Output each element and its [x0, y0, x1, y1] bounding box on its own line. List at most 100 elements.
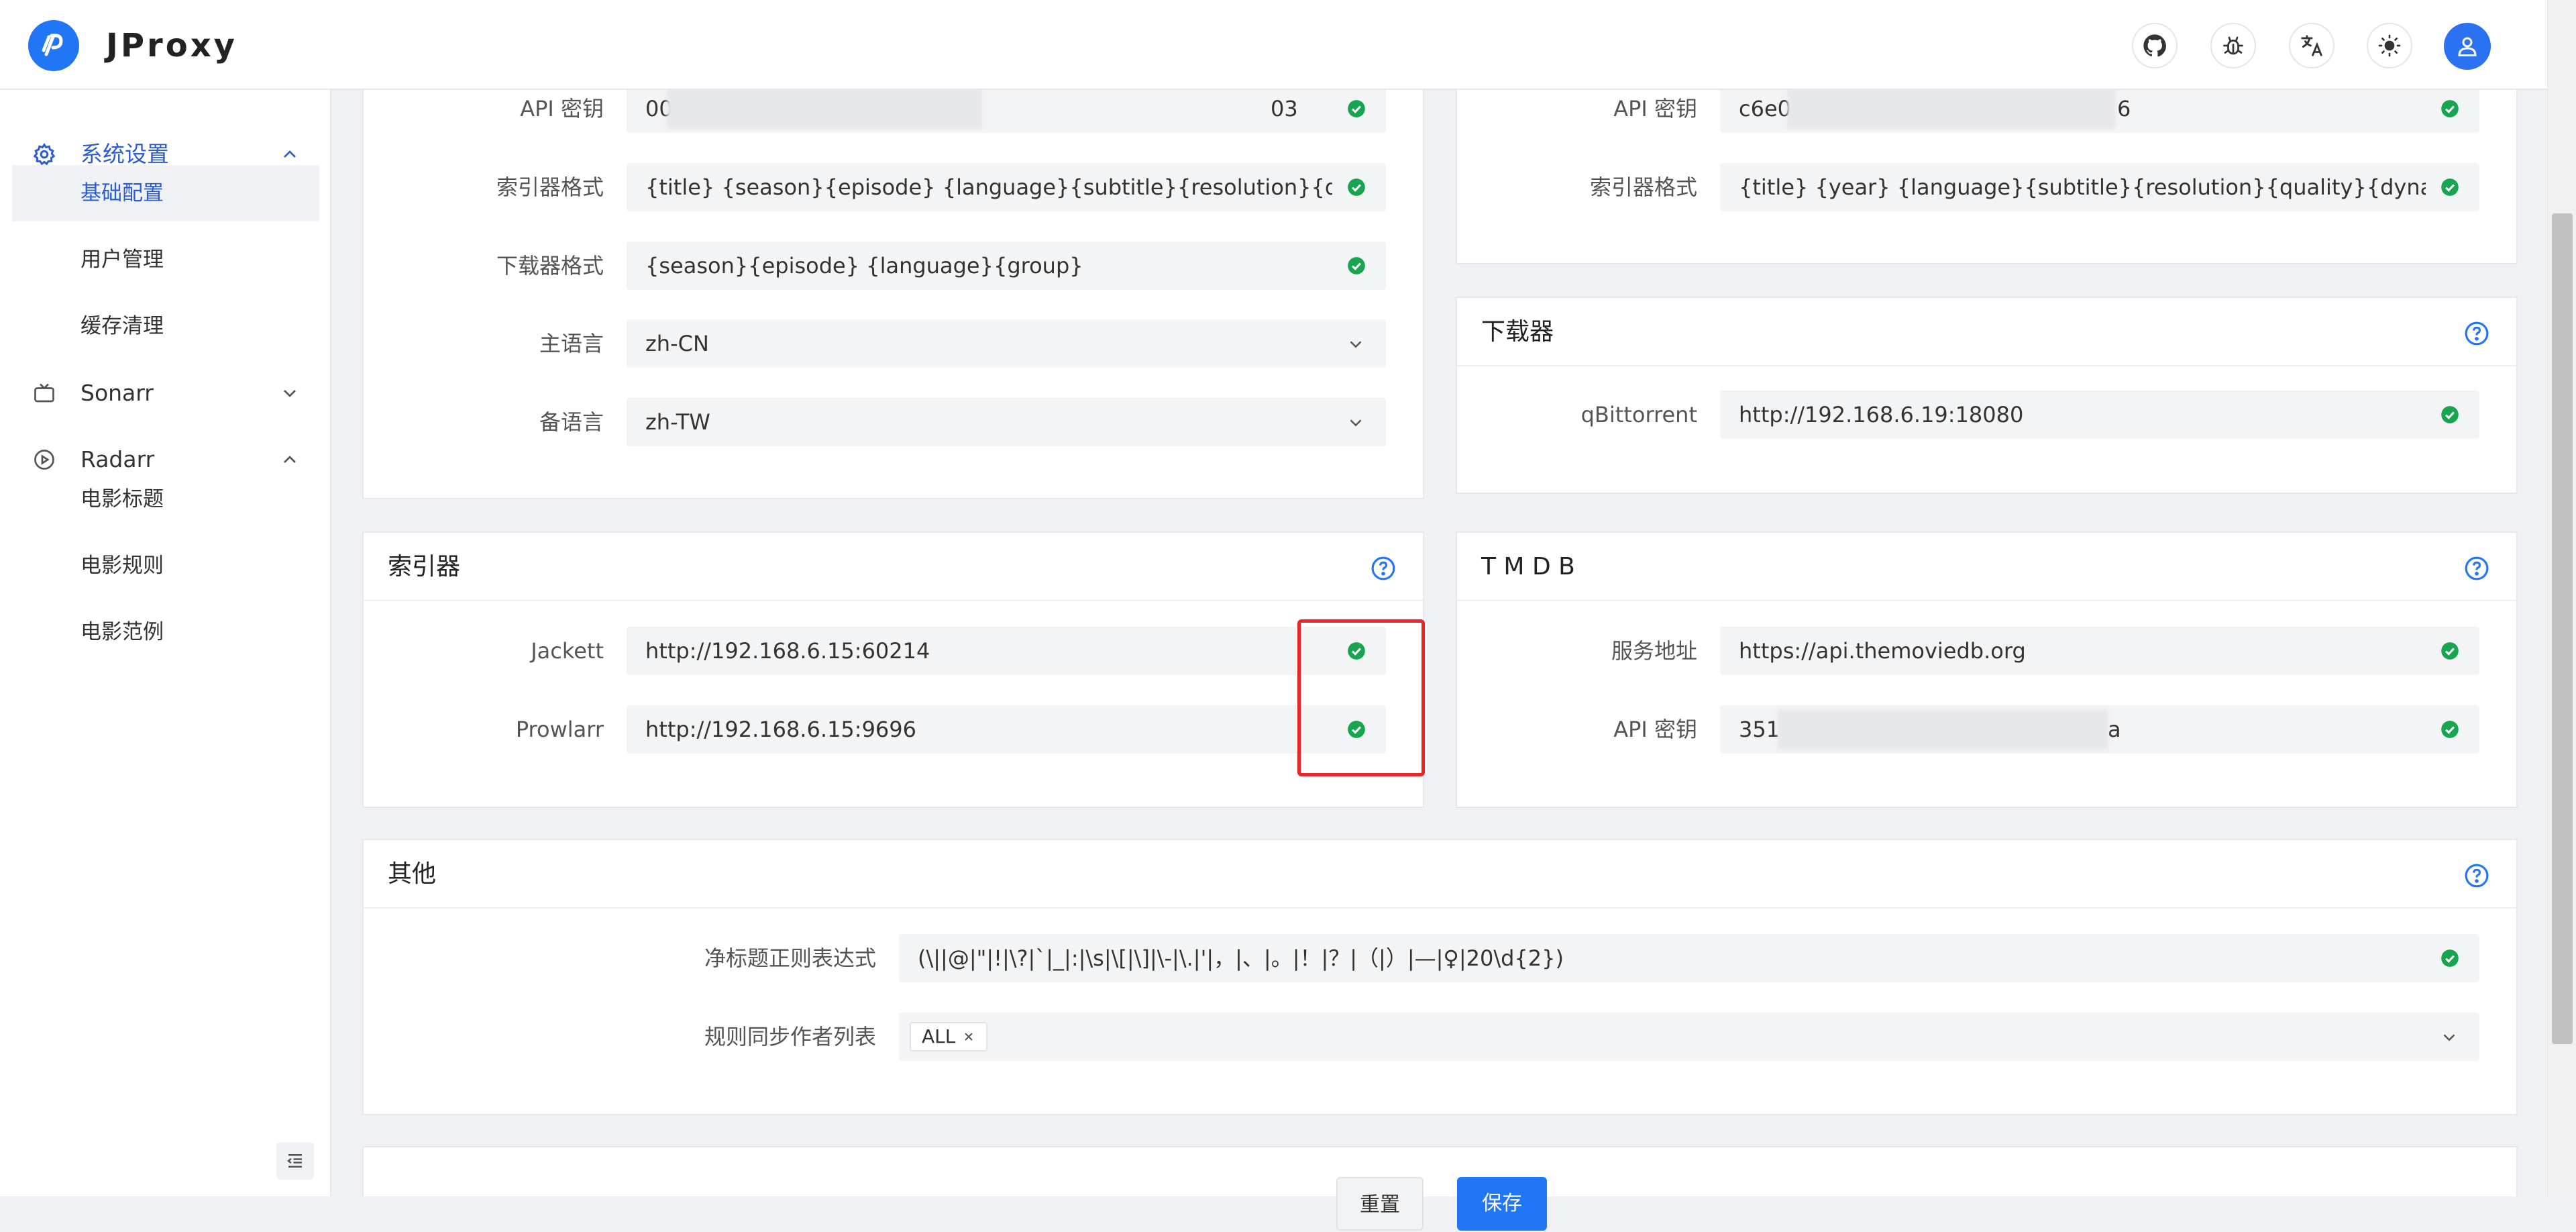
radarr-indexer-format-input[interactable]: {title} {year} {language}{subtitle}{reso…	[1720, 163, 2479, 211]
secondary-language-select[interactable]: zh-TW	[627, 398, 1386, 446]
field-value: zh-CN	[645, 331, 709, 356]
user-avatar-icon[interactable]	[2444, 23, 2491, 70]
check-circle-icon	[2441, 721, 2459, 738]
field-label: 规则同步作者列表	[704, 1024, 876, 1049]
tag-label: ALL	[922, 1025, 956, 1047]
help-circle-icon[interactable]	[1371, 556, 1396, 581]
field-label: API 密钥	[520, 96, 604, 121]
sidebar-item-movie-rules[interactable]: 电影规则	[12, 537, 319, 594]
help-circle-icon[interactable]	[2464, 556, 2489, 581]
field-label: 索引器格式	[1589, 174, 1697, 200]
check-circle-icon	[1348, 178, 1365, 196]
card-header: 其他	[364, 840, 2516, 909]
check-circle-icon	[1348, 100, 1365, 117]
field-value: https://api.themoviedb.org	[1739, 638, 2026, 664]
gear-icon	[33, 143, 56, 166]
scrollbar-thumb[interactable]	[2552, 213, 2573, 1044]
sidebar-item-user-management[interactable]: 用户管理	[12, 232, 319, 288]
field-value: http://192.168.6.19:18080	[1739, 402, 2024, 427]
rule-sync-authors-select[interactable]: ALL	[899, 1013, 2479, 1061]
field-value: http://192.168.6.15:60214	[645, 638, 930, 664]
radarr-api-key-input[interactable]: c6e0 6	[1720, 85, 2479, 133]
save-button[interactable]: 保存	[1457, 1177, 1547, 1231]
api-key-prefix: 351	[1739, 717, 1780, 742]
check-circle-icon	[2441, 642, 2459, 660]
page-scrollbar[interactable]	[2547, 0, 2576, 1196]
logo-icon[interactable]	[28, 20, 79, 71]
sonarr-downloader-format-input[interactable]: {season}{episode} {language}{group}	[627, 242, 1386, 290]
sidebar-item-basic-config[interactable]: 基础配置	[12, 165, 319, 221]
sidebar: 系统设置 基础配置 用户管理 缓存清理 Sonarr Radarr 电影标题 电…	[0, 90, 331, 1196]
tv-icon	[34, 383, 54, 403]
prowlarr-url-input[interactable]: http://192.168.6.15:9696	[627, 705, 1386, 754]
downloader-card: 下载器 qBittorrent http://192.168.6.19:1808…	[1456, 297, 2518, 494]
help-circle-icon[interactable]	[2464, 863, 2489, 888]
api-key-suffix: 6	[2117, 96, 2131, 121]
api-key-prefix: c6e0	[1739, 96, 1791, 121]
tmdb-api-key-input[interactable]: 351 a	[1720, 705, 2479, 754]
field-label: 下载器格式	[496, 253, 604, 278]
jackett-url-input[interactable]: http://192.168.6.15:60214	[627, 627, 1386, 675]
api-key-suffix: 03	[1271, 96, 1298, 121]
check-circle-icon	[2441, 178, 2459, 196]
qbittorrent-url-input[interactable]: http://192.168.6.19:18080	[1720, 391, 2479, 439]
card-header: 索引器	[364, 533, 1423, 601]
reset-button[interactable]: 重置	[1336, 1177, 1424, 1231]
field-label: API 密钥	[1613, 717, 1697, 742]
primary-language-select[interactable]: zh-CN	[627, 319, 1386, 368]
check-circle-icon	[2441, 949, 2459, 967]
help-circle-icon[interactable]	[2464, 321, 2489, 346]
card-header: 下载器	[1457, 298, 2516, 366]
field-value: {title} {season}{episode} {language}{sub…	[645, 174, 1332, 200]
top-header: JProxy	[0, 0, 2547, 90]
field-label: 主语言	[539, 331, 604, 356]
sidebar-collapse-button[interactable]	[276, 1142, 314, 1180]
card-header: T M D B	[1457, 533, 2516, 601]
card-title: 其他	[388, 860, 437, 888]
card-title: 索引器	[388, 553, 461, 580]
redaction-blur	[667, 89, 982, 129]
menu-fold-icon	[287, 1154, 302, 1168]
field-label: 净标题正则表达式	[704, 945, 876, 971]
sidebar-group-sonarr[interactable]: Sonarr	[0, 366, 331, 420]
github-icon[interactable]	[2132, 23, 2178, 68]
other-card: 其他 净标题正则表达式 (\||@|"|!|\?|`|_|:|\s|\[|\]|…	[362, 839, 2518, 1115]
sidebar-group-label: Sonarr	[80, 380, 154, 406]
field-value: {title} {year} {language}{subtitle}{reso…	[1739, 174, 2426, 200]
field-label: Prowlarr	[515, 717, 604, 742]
field-value: http://192.168.6.15:9696	[645, 717, 916, 742]
chevron-up-icon	[284, 150, 296, 158]
api-key-suffix: a	[2108, 717, 2121, 742]
clean-title-regex-input[interactable]: (\||@|"|!|\?|`|_|:|\s|\[|\]|\-|\.|'|，|、|…	[899, 934, 2479, 982]
field-value: zh-TW	[645, 409, 710, 435]
redaction-blur	[1787, 89, 2116, 129]
tmdb-service-url-input[interactable]: https://api.themoviedb.org	[1720, 627, 2479, 675]
field-label: Jackett	[531, 638, 604, 664]
field-label: 索引器格式	[496, 174, 604, 200]
close-icon[interactable]	[962, 1030, 975, 1043]
sonarr-indexer-format-input[interactable]: {title} {season}{episode} {language}{sub…	[627, 163, 1386, 211]
selected-tag: ALL	[910, 1022, 988, 1051]
chevron-down-icon	[1350, 341, 1362, 348]
redaction-blur	[1778, 709, 2108, 750]
translate-icon[interactable]	[2289, 23, 2334, 68]
check-circle-icon	[2441, 406, 2459, 423]
field-label: 备语言	[539, 409, 604, 435]
theme-sun-icon[interactable]	[2367, 23, 2412, 68]
tmdb-card: T M D B 服务地址 https://api.themoviedb.org …	[1456, 531, 2518, 808]
sidebar-item-movie-examples[interactable]: 电影范例	[12, 604, 319, 660]
play-circle-icon	[34, 450, 54, 470]
sidebar-item-movie-title[interactable]: 电影标题	[12, 471, 319, 527]
indexer-card: 索引器 Jackett http://192.168.6.15:60214 Pr…	[362, 531, 1424, 808]
sonarr-api-key-input[interactable]: 00 03	[627, 85, 1386, 133]
check-circle-icon	[2441, 100, 2459, 117]
field-value: (\||@|"|!|\?|`|_|:|\s|\[|\]|\-|\.|'|，|、|…	[918, 945, 1564, 971]
chevron-down-icon	[1350, 419, 1362, 427]
sonarr-card: API 密钥 00 03 索引器格式 {title} {season}{epis…	[362, 74, 1424, 499]
bug-icon[interactable]	[2210, 23, 2256, 68]
app-title: JProxy	[106, 27, 237, 64]
field-label: API 密钥	[1613, 96, 1697, 121]
chevron-up-icon	[284, 456, 296, 463]
annotation-highlight-box	[1297, 619, 1425, 776]
sidebar-item-cache-clear[interactable]: 缓存清理	[12, 298, 319, 354]
